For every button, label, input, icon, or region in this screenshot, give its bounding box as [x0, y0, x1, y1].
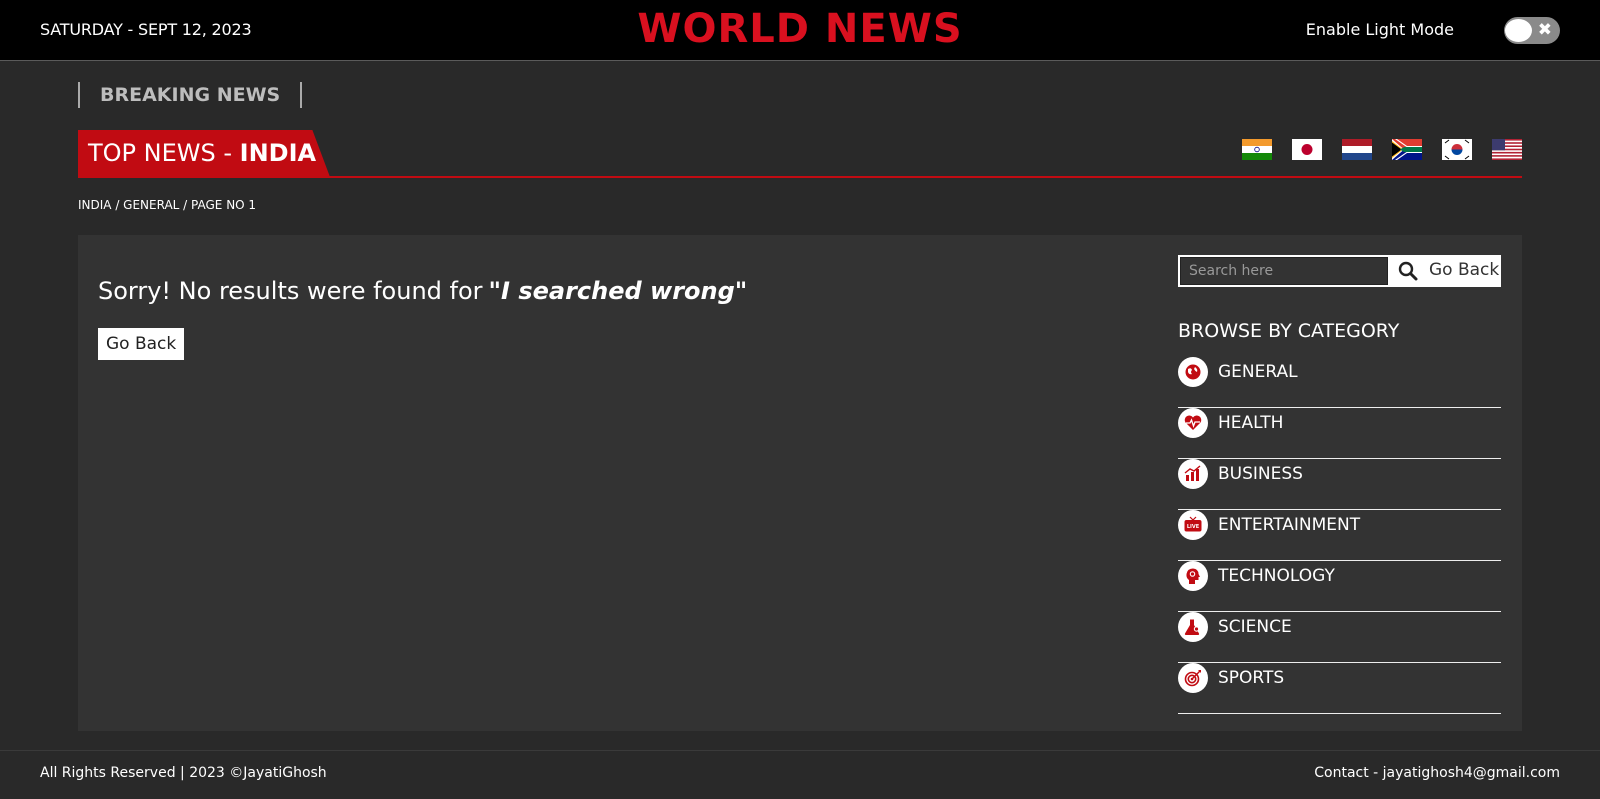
logo-text[interactable]: WORLD NEWS — [637, 6, 962, 52]
category-label: HEALTH — [1218, 413, 1284, 433]
category-label: GENERAL — [1218, 362, 1298, 382]
browse-category-title: BROWSE BY CATEGORY — [1178, 320, 1400, 342]
search-bar: Go Back — [1178, 255, 1501, 287]
category-science[interactable]: SCIENCE — [1178, 612, 1501, 663]
live-tv-icon: LIVE — [1178, 510, 1208, 540]
chart-icon — [1178, 459, 1208, 489]
category-health[interactable]: HEALTH — [1178, 408, 1501, 459]
search-icon[interactable] — [1397, 260, 1419, 282]
copyright-text: All Rights Reserved | 2023 ©JayatiGhosh — [40, 765, 327, 781]
category-general[interactable]: GENERAL — [1178, 357, 1501, 408]
main-panel: Sorry! No results were found for "I searc… — [78, 235, 1522, 731]
category-business[interactable]: BUSINESS — [1178, 459, 1501, 510]
search-go-back-button[interactable]: Go Back — [1429, 260, 1499, 280]
south-africa-flag-icon[interactable] — [1392, 139, 1422, 160]
contact-link[interactable]: Contact - jayatighosh4@gmail.com — [1314, 765, 1560, 781]
no-results-text: Sorry! No results were found for — [98, 277, 483, 305]
category-entertainment[interactable]: LIVE ENTERTAINMENT — [1178, 510, 1501, 561]
breaking-news-label: BREAKING NEWS — [100, 84, 281, 106]
site-footer: All Rights Reserved | 2023 ©JayatiGhosh … — [0, 750, 1600, 799]
search-input[interactable] — [1180, 257, 1388, 285]
target-icon — [1178, 663, 1208, 693]
category-technology[interactable]: TECHNOLOGY — [1178, 561, 1501, 612]
site-header: SATURDAY - SEPT 12, 2023 WORLD NEWS Enab… — [0, 0, 1600, 61]
svg-text:LIVE: LIVE — [1187, 524, 1200, 530]
category-label: SCIENCE — [1218, 617, 1292, 637]
top-news-prefix: TOP NEWS - — [88, 139, 240, 167]
breaking-news-ticker: BREAKING NEWS — [78, 82, 303, 108]
category-label: ENTERTAINMENT — [1218, 515, 1361, 535]
usa-flag-icon[interactable] — [1492, 139, 1522, 160]
netherlands-flag-icon[interactable] — [1342, 139, 1372, 160]
globe-icon — [1178, 357, 1208, 387]
light-mode-label: Enable Light Mode — [1305, 20, 1454, 39]
breadcrumb: INDIA / GENERAL / PAGE NO 1 — [78, 198, 257, 212]
close-icon: ✖ — [1537, 20, 1552, 40]
japan-flag-icon[interactable] — [1292, 139, 1322, 160]
light-mode-toggle[interactable]: ✖ — [1504, 17, 1560, 44]
category-label: TECHNOLOGY — [1218, 566, 1335, 586]
toggle-knob — [1505, 19, 1532, 42]
search-query: "I searched wrong" — [488, 277, 748, 305]
go-back-button[interactable]: Go Back — [98, 328, 185, 360]
no-results-message: Sorry! No results were found for "I searc… — [98, 277, 747, 305]
south-korea-flag-icon[interactable] — [1442, 139, 1472, 160]
india-flag-icon[interactable] — [1242, 139, 1272, 160]
heartbeat-icon — [1178, 408, 1208, 438]
top-news-country: INDIA — [239, 139, 317, 167]
flask-icon — [1178, 612, 1208, 642]
category-sports[interactable]: SPORTS — [1178, 663, 1501, 714]
category-label: BUSINESS — [1218, 464, 1303, 484]
category-label: SPORTS — [1218, 668, 1285, 688]
country-flags — [1242, 139, 1522, 160]
category-list: GENERAL HEALTH BUSINESS LIVE ENTERTAINME… — [1178, 357, 1501, 714]
top-news-heading: TOP NEWS - INDIA — [78, 130, 330, 177]
tech-head-icon — [1178, 561, 1208, 591]
